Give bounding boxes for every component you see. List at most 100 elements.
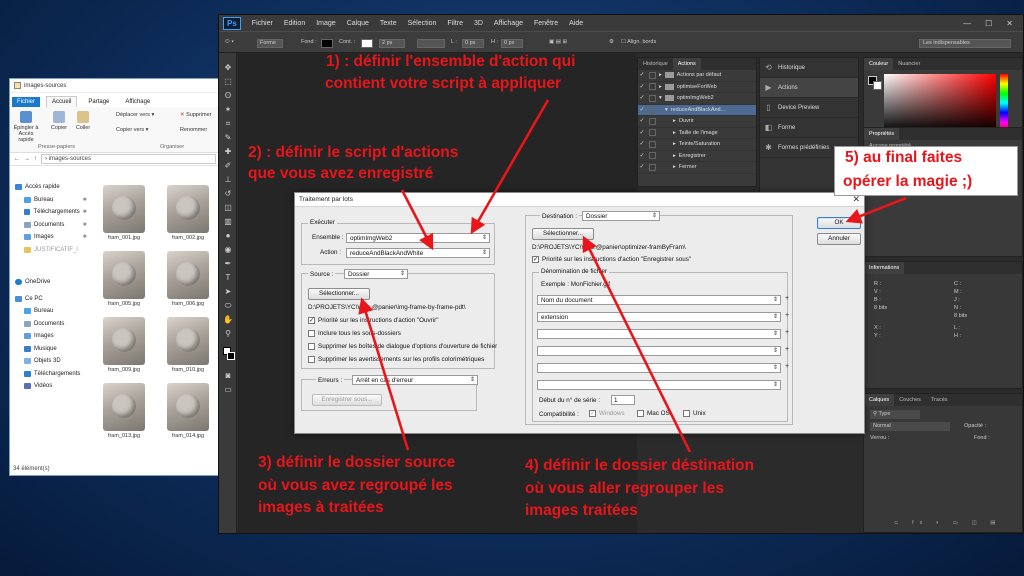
nav-item-telechargements[interactable]: Téléchargements ✱ (10, 206, 90, 219)
crop-tool-icon[interactable]: ⌗ (223, 119, 233, 129)
panel-actions[interactable]: ▶ Actions (760, 78, 858, 98)
type-tool-icon[interactable]: T (223, 273, 233, 283)
minimize-icon[interactable]: — (963, 19, 971, 28)
lasso-tool-icon[interactable]: ʘ (223, 91, 233, 101)
layer-actions-icons[interactable]: ⊂ fx ◐ ▭ ◫ ▤ (894, 520, 1001, 526)
brush-tool-icon[interactable]: ✐ (223, 161, 233, 171)
gradient-tool-icon[interactable]: ▥ (223, 217, 233, 227)
menu-3d[interactable]: 3D (474, 20, 483, 27)
move-tool-icon[interactable]: ✥ (223, 63, 233, 73)
destination-select[interactable]: Dossier (582, 211, 660, 221)
path-ops-icon[interactable]: ▣ ▤ ⊞ (549, 39, 567, 45)
pin-button[interactable]: Épingler à Accès rapide (13, 111, 39, 143)
serial-input[interactable]: 1 (611, 395, 635, 405)
cancel-button[interactable]: Annuler (817, 233, 861, 245)
menu-edition[interactable]: Edition (284, 20, 305, 27)
height-input[interactable]: 0 px (501, 39, 523, 48)
override-save-checkbox[interactable]: ✓ Priorité sur les instructions d'action … (532, 256, 691, 263)
name-field-1[interactable]: Nom du document (537, 295, 781, 305)
delete-button[interactable]: ✕ Supprimer (180, 112, 212, 118)
suppress-open-options-checkbox[interactable]: Supprimer les boîtes de dialogue d'optio… (308, 343, 497, 350)
nav-item-images[interactable]: Images ✱ (10, 231, 90, 244)
tab-accueil[interactable]: Accueil (46, 96, 78, 107)
history-brush-icon[interactable]: ↺ (223, 189, 233, 199)
back-icon[interactable]: ← (14, 156, 20, 162)
rename-button[interactable]: Renommer (180, 127, 207, 133)
save-as-button[interactable]: Enregistrer sous... (312, 394, 382, 406)
stroke-width[interactable]: 2 px (379, 39, 405, 48)
compat-windows-checkbox[interactable]: ✓ Windows (589, 410, 625, 417)
name-field-3[interactable] (537, 329, 781, 339)
nav-pc-videos[interactable]: Vidéos (10, 380, 90, 393)
name-field-5[interactable] (537, 363, 781, 373)
tab-actions[interactable]: Actions (672, 58, 701, 70)
nav-pc-documents[interactable]: Documents (10, 318, 90, 331)
forward-icon[interactable]: → (24, 156, 30, 162)
close-icon[interactable]: ✕ (1006, 19, 1013, 28)
nav-onedrive[interactable]: OneDrive (10, 276, 90, 289)
blend-mode-select[interactable]: Normal (870, 422, 950, 431)
quick-mask-icon[interactable]: ◙ (223, 371, 233, 381)
dodge-tool-icon[interactable]: ◉ (223, 245, 233, 255)
copy-button[interactable]: Copier (50, 111, 68, 131)
tab-couleur[interactable]: Couleur (864, 58, 894, 70)
action-set-row[interactable]: ✓ ▸ optimiseForWeb (638, 82, 756, 93)
panel-historique[interactable]: ⟲ Historique (760, 58, 858, 78)
include-subfolders-checkbox[interactable]: Inclure tous les sous-dossiers (308, 330, 401, 337)
file-tile[interactable]: fram_002.jpg (160, 185, 216, 247)
maximize-icon[interactable]: ☐ (985, 19, 992, 28)
nav-pc-images[interactable]: Images (10, 330, 90, 343)
destination-choose-button[interactable]: Sélectionner... (532, 228, 594, 240)
nav-pc-bureau[interactable]: Bureau (10, 305, 90, 318)
magic-wand-icon[interactable]: ✶ (223, 105, 233, 115)
tab-nuancier[interactable]: Nuancier (893, 58, 925, 70)
marquee-tool-icon[interactable]: ⬚ (223, 77, 233, 87)
nav-pc-telechargements[interactable]: Téléchargements (10, 368, 90, 381)
mode-select[interactable]: Forme (257, 39, 283, 48)
nav-item-justificatif[interactable]: JUSTIFICATIF_I (10, 244, 90, 257)
file-tile[interactable]: fram_009.jpg (96, 317, 152, 379)
menu-calque[interactable]: Calque (347, 20, 369, 27)
name-field-4[interactable] (537, 346, 781, 356)
action-select[interactable]: reduceAndBlackAndWhite (346, 248, 490, 258)
tab-couches[interactable]: Couches (894, 394, 926, 406)
panel-device-preview[interactable]: ▯ Device Preview (760, 98, 858, 118)
file-tile[interactable]: fram_006.jpg (160, 251, 216, 313)
tab-traces[interactable]: Tracés (926, 394, 953, 406)
menu-fichier[interactable]: Fichier (252, 20, 273, 27)
action-set-row[interactable]: ✓ ▸ Actions par défaut (638, 70, 756, 82)
panel-forme[interactable]: ◧ Forme (760, 118, 858, 138)
tab-partage[interactable]: Partage (83, 97, 114, 107)
copy-to-button[interactable]: Copier vers ▾ (116, 127, 148, 133)
move-to-button[interactable]: Déplacer vers ▾ (116, 112, 154, 118)
align-edges-checkbox[interactable]: ☐ Align. bords (621, 39, 656, 45)
action-set-select[interactable]: optimImgWeb2 (346, 233, 490, 243)
paste-button[interactable]: Coller (74, 111, 92, 131)
address-input[interactable]: › images-sources (41, 154, 216, 164)
shape-tool-icon[interactable]: ⬭ (223, 301, 233, 311)
tab-fichier[interactable]: Fichier (12, 97, 41, 107)
nav-pc-objets3d[interactable]: Objets 3D (10, 355, 90, 368)
menu-image[interactable]: Image (316, 20, 335, 27)
up-icon[interactable]: ↑ (34, 156, 37, 162)
eraser-tool-icon[interactable]: ◫ (223, 203, 233, 213)
zoom-tool-icon[interactable]: ⚲ (223, 329, 233, 339)
nav-quick-access[interactable]: Accès rapide (10, 181, 90, 194)
override-open-checkbox[interactable]: ✓ Priorité sur les instructions d'action … (308, 317, 438, 324)
pen-tool-icon[interactable]: ✒ (223, 259, 233, 269)
screen-mode-icon[interactable]: ▭ (223, 385, 233, 395)
blur-tool-icon[interactable]: ● (223, 231, 233, 241)
compat-unix-checkbox[interactable]: Unix (683, 410, 706, 417)
menu-fenetre[interactable]: Fenêtre (534, 20, 558, 27)
tab-historique[interactable]: Historique (638, 58, 673, 70)
name-field-6[interactable] (537, 380, 781, 390)
hue-slider[interactable] (1000, 74, 1008, 132)
file-tile[interactable]: fram_010.jpg (160, 317, 216, 379)
source-choose-button[interactable]: Sélectionner... (308, 288, 370, 300)
name-field-2[interactable]: extension (537, 312, 781, 322)
menu-selection[interactable]: Sélection (408, 20, 437, 27)
layer-filter-select[interactable]: ⚲ Type (870, 410, 920, 419)
compat-macos-checkbox[interactable]: Mac OS (637, 410, 670, 417)
action-step-row[interactable]: ✓ ▸ Fermer (638, 162, 756, 174)
shape-tool-icon[interactable]: ⬭ ▾ (225, 39, 234, 46)
